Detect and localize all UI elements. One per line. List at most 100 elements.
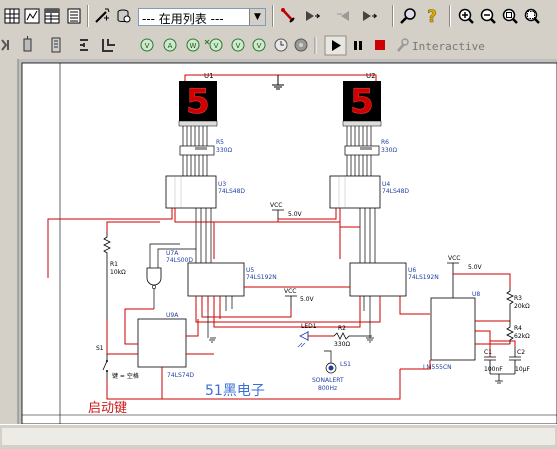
watermark-text: 51黑电子 [205,383,265,399]
differential-voltage-icon[interactable]: V [204,38,223,52]
probe-icon[interactable] [278,6,298,26]
resistor-network-r6[interactable] [344,145,380,156]
horizontal-scrollbar[interactable] [0,424,557,449]
r4-label: R4 [514,325,522,332]
toolbar-separator [87,5,89,27]
toolbar-separator [449,5,451,27]
pause-icon[interactable] [354,41,362,50]
zoom-area-icon[interactable] [500,6,520,26]
svg-text:A: A [168,42,173,50]
r1-value: 10kΩ [110,269,126,276]
r4-value: 62kΩ [514,333,530,340]
logic-analyzer-icon[interactable] [80,39,88,51]
u5-label: U5 [246,267,254,274]
frequency-probe-icon[interactable]: V [231,38,245,52]
u9a-label: U9A [166,312,179,319]
ic-u4-74ls48d[interactable] [329,175,381,209]
vcc-a-value: 5.0V [288,211,303,218]
u9a-part: 74LS74D [167,372,194,379]
r5-label: R5 [216,139,224,146]
stop-icon[interactable] [375,40,385,50]
r6-label: R6 [381,139,389,146]
u3-label: U3 [218,181,226,188]
r5-value: 330Ω [216,147,232,154]
forward-annotate-icon[interactable] [359,6,379,26]
logic-converter-icon[interactable] [102,39,115,52]
seven-seg-u1-digit: 5 [186,82,210,122]
grid-icon[interactable] [2,6,22,26]
svg-text:V: V [145,42,150,50]
zoom-out-icon[interactable] [478,6,498,26]
seven-seg-u1[interactable]: 5 [178,81,218,127]
component-list-value: --- 在用列表 --- [142,12,224,26]
grapher-icon[interactable] [22,6,42,26]
flipflop-u9a-74ls74d[interactable] [137,318,187,368]
svg-text:W: W [190,42,197,50]
r2-value: 330Ω [334,341,350,348]
zoom-fit-icon[interactable] [522,6,542,26]
u4-part: 74LS48D [382,188,409,195]
database-icon[interactable] [113,6,133,26]
start-key-annotation: 启动键 [88,401,127,416]
u6-label: U6 [408,267,416,274]
wattmeter-icon[interactable]: W [186,38,200,52]
r3-value: 20kΩ [514,303,530,310]
help-icon[interactable]: ? [422,6,442,26]
c1-label: C1 [484,349,492,356]
interactive-wrench-icon[interactable] [397,38,409,52]
c1-value: 100nF [484,366,503,373]
r6-value: 330Ω [381,147,397,154]
zoom-in-icon[interactable] [456,6,476,26]
u3-part: 74LS48D [218,188,245,195]
svg-text:?: ? [427,7,437,26]
u1-label: U1 [204,72,214,80]
interactive-label: Interactive [412,40,485,53]
schematic-workspace[interactable]: 5 5 U1 U2 R5 330Ω R6 330Ω U3 74LS48D U4 … [0,59,557,424]
back-annotate-icon[interactable] [334,6,354,26]
led1-label: LED1 [301,323,317,330]
ic-u6-74ls192n[interactable] [349,262,407,297]
vcc-c-label: VCC [448,255,460,262]
ammeter-icon[interactable]: A [163,38,177,52]
iv-analyzer-icon[interactable] [23,36,32,52]
svg-text:V: V [214,42,219,50]
chevron-down-icon[interactable]: ▼ [249,9,265,25]
clock-probe-icon[interactable] [274,38,288,52]
main-toolbar: --- 在用列表 --- ▼ ? [0,0,557,33]
vcc-b-value: 5.0V [300,296,315,303]
s1-key: 键 = 空格 [112,372,139,380]
seven-seg-u2-digit: 5 [350,82,374,122]
run-icon[interactable] [324,35,347,56]
vcc-b-label: VCC [284,288,296,295]
vcc-a-label: VCC [270,202,282,209]
u8-label: U8 [472,291,480,298]
ic-u5-74ls192n[interactable] [187,262,245,297]
network-analyzer-icon[interactable] [1,39,9,51]
u6-part: 74LS192N [408,274,439,281]
toolbar-separator [392,5,394,27]
r2-label: R2 [338,325,346,332]
ls1-freq: 800Hz [318,385,337,392]
oscilloscope-icon[interactable]: V [140,38,154,52]
resistor-network-r5[interactable] [179,145,215,156]
u8-part: LM555CN [423,364,452,371]
find-icon[interactable] [398,6,418,26]
component-wizard-icon[interactable] [92,6,112,26]
word-generator-icon[interactable] [51,37,61,53]
r1-label: R1 [110,261,118,268]
ls1-part: SONALERT [312,377,344,384]
seven-seg-u2[interactable]: 5 [342,81,382,127]
voltage-probe-icon[interactable]: V [252,38,266,52]
toolbar-separator [272,5,274,27]
timer-u8-lm555cn[interactable] [430,297,476,361]
ic-u3-74ls48d[interactable] [165,175,217,209]
step-icon[interactable] [302,6,322,26]
svg-text:V: V [236,42,241,50]
u7a-label: U7A [166,250,179,257]
spreadsheet-icon[interactable] [42,6,62,26]
postprocessor-icon[interactable] [64,6,84,26]
settings-gear-icon[interactable] [294,38,308,52]
u2-label: U2 [366,72,376,80]
scroll-track[interactable] [2,428,555,445]
component-list-dropdown[interactable]: --- 在用列表 --- ▼ [138,8,266,26]
